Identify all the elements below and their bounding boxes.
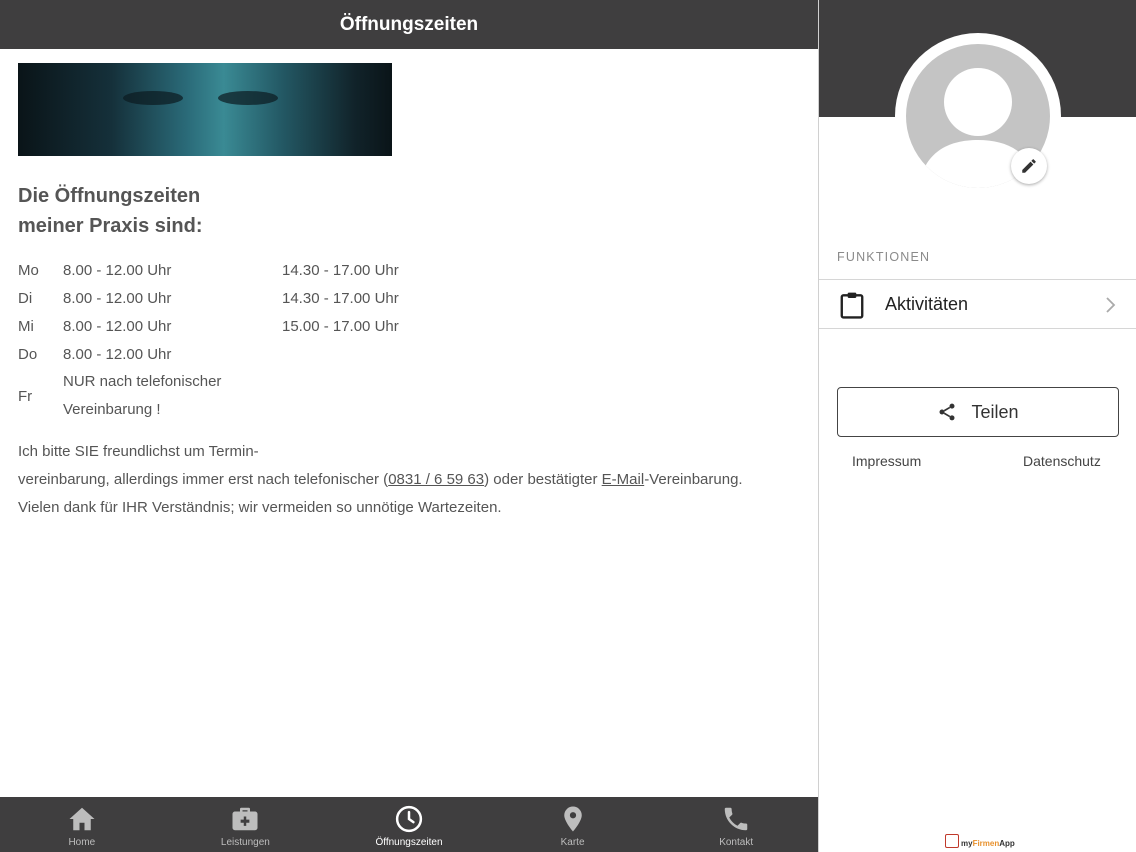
pencil-icon bbox=[1022, 159, 1036, 173]
sidebar: FUNKTIONEN Aktivitäten Teilen Impressum … bbox=[818, 0, 1136, 852]
share-icon bbox=[939, 403, 955, 421]
tab-kontakt[interactable]: Kontakt bbox=[654, 797, 818, 852]
map-pin-icon bbox=[563, 806, 582, 832]
phone-icon bbox=[724, 807, 748, 831]
page-title: Öffnungszeiten bbox=[339, 13, 479, 35]
phone-link[interactable]: 0831 / 6 59 63 bbox=[388, 471, 484, 488]
brand-logo: myFirmenApp bbox=[945, 834, 1015, 848]
hours-row: Mo 8.00 - 12.00 Uhr 14.30 - 17.00 Uhr bbox=[18, 262, 399, 279]
banner-eye-left bbox=[123, 91, 183, 105]
hours-row-friday: Fr NUR nach telefonischer Vereinbarung ! bbox=[18, 373, 222, 418]
bottom-tab-bar: Home Leistungen Öffnungszeiten Karte Kon… bbox=[0, 797, 818, 852]
share-button[interactable]: Teilen bbox=[837, 387, 1119, 437]
hours-heading: Die Öffnungszeiten meiner Praxis sind: bbox=[18, 185, 203, 237]
appointment-note: Ich bitte SIE freundlichst um Termin- ve… bbox=[18, 443, 743, 516]
tab-leistungen[interactable]: Leistungen bbox=[164, 797, 328, 852]
tab-karte[interactable]: Karte bbox=[491, 797, 655, 852]
datenschutz-link[interactable]: Datenschutz bbox=[1023, 453, 1101, 469]
hours-row: Mi 8.00 - 12.00 Uhr 15.00 - 17.00 Uhr bbox=[18, 318, 399, 335]
opening-hours-table: Mo 8.00 - 12.00 Uhr 14.30 - 17.00 Uhr Di… bbox=[18, 256, 518, 424]
clipboard-icon bbox=[840, 292, 864, 319]
banner-eye-right bbox=[218, 91, 278, 105]
tab-oeffnungszeiten[interactable]: Öffnungszeiten bbox=[327, 797, 491, 852]
clock-icon bbox=[395, 805, 423, 833]
hours-row: Di 8.00 - 12.00 Uhr 14.30 - 17.00 Uhr bbox=[18, 290, 399, 307]
chevron-right-icon bbox=[1106, 297, 1116, 313]
home-icon bbox=[69, 807, 95, 831]
impressum-link[interactable]: Impressum bbox=[852, 453, 921, 469]
top-bar: Öffnungszeiten bbox=[0, 0, 818, 49]
menu-item-aktivitaeten[interactable]: Aktivitäten bbox=[819, 279, 1136, 329]
hours-row: Do 8.00 - 12.00 Uhr bbox=[18, 346, 172, 363]
email-link[interactable]: E-Mail bbox=[602, 471, 645, 488]
main-panel: Öffnungszeiten Die Öffnungszeiten meiner… bbox=[0, 0, 818, 852]
section-label-funktionen: FUNKTIONEN bbox=[837, 250, 931, 264]
briefcase-medical-icon bbox=[232, 807, 258, 831]
header-banner-image bbox=[18, 63, 392, 156]
edit-avatar-button[interactable] bbox=[1011, 148, 1047, 184]
brand-logo-icon bbox=[945, 834, 959, 848]
tab-home[interactable]: Home bbox=[0, 797, 164, 852]
